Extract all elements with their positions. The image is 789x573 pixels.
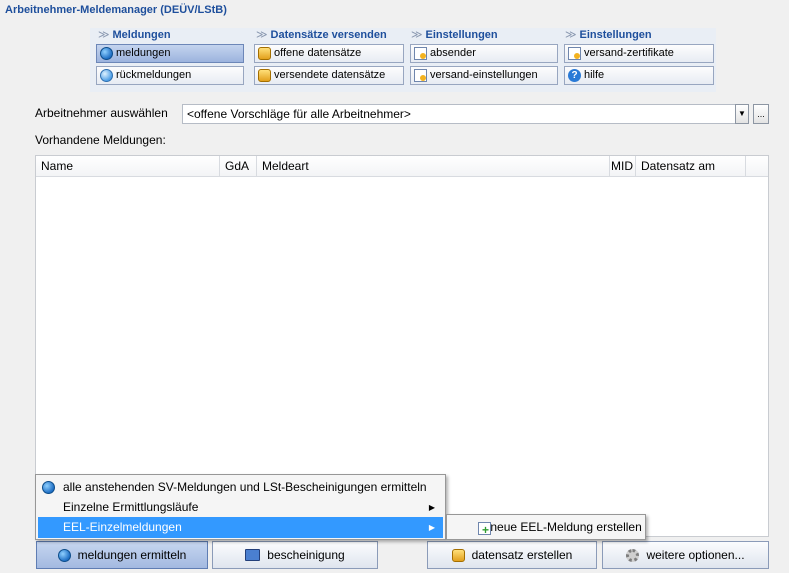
menu-item-alle-ermitteln[interactable]: alle anstehenden SV-Meldungen und LSt-Be…: [38, 477, 443, 498]
column-header-mid[interactable]: MID: [610, 156, 636, 176]
menu-item-neue-eel-meldung[interactable]: neue EEL-Meldung erstellen: [449, 517, 643, 541]
meldungen-button[interactable]: meldungen: [96, 44, 244, 63]
column-header-gda[interactable]: GdA: [220, 156, 257, 176]
versand-einstellungen-button[interactable]: versand-einstellungen: [410, 66, 558, 85]
context-menu: alle anstehenden SV-Meldungen und LSt-Be…: [35, 474, 446, 540]
weitere-optionen-button[interactable]: weitere optionen...: [602, 541, 769, 569]
offene-datensaetze-button[interactable]: offene datensätze: [254, 44, 404, 63]
rueckmeldungen-button[interactable]: rückmeldungen: [96, 66, 244, 85]
certificate-icon: [414, 69, 427, 82]
versand-zertifikate-button[interactable]: versand-zertifikate: [564, 44, 714, 63]
submenu: neue EEL-Meldung erstellen: [446, 514, 646, 541]
column-header-meldeart[interactable]: Meldeart: [257, 156, 610, 176]
chevron-right-icon: ▶: [428, 503, 435, 512]
ribbon-group-datensaetze-title: ≫ Datensätze versenden: [256, 29, 387, 41]
hilfe-button[interactable]: ? hilfe: [564, 66, 714, 85]
employee-browse-button[interactable]: ...: [753, 104, 769, 124]
bescheinigung-button[interactable]: bescheinigung: [212, 541, 378, 569]
chevron-right-icon: ▶: [428, 523, 435, 532]
ribbon-group-einstellungen2-title: ≫ Einstellungen: [565, 29, 652, 41]
gear-icon: [626, 548, 640, 562]
database-icon: [451, 548, 465, 562]
add-document-icon: [478, 520, 491, 541]
help-icon: ?: [568, 69, 581, 82]
menu-item-eel-einzelmeldungen[interactable]: EEL-Einzelmeldungen ▶: [38, 517, 443, 538]
meldungen-ermitteln-button[interactable]: meldungen ermitteln: [36, 541, 208, 569]
ribbon-group-meldungen-title: ≫ Meldungen: [98, 29, 171, 41]
globe-icon: [42, 481, 55, 494]
column-header-name[interactable]: Name: [36, 156, 220, 176]
menu-item-einzelne-ermittlungslaeufe[interactable]: Einzelne Ermittlungsläufe ▶: [38, 497, 443, 518]
employee-select-label: Arbeitnehmer auswählen: [35, 106, 168, 120]
ribbon-group-einstellungen-title: ≫ Einstellungen: [411, 29, 498, 41]
datensatz-erstellen-button[interactable]: datensatz erstellen: [427, 541, 597, 569]
chevron-down-icon[interactable]: ▼: [735, 104, 749, 124]
employee-select[interactable]: <offene Vorschläge für alle Arbeitnehmer…: [182, 104, 748, 124]
column-header-datensatz-am[interactable]: Datensatz am: [636, 156, 746, 176]
certificate-icon: [568, 47, 581, 60]
window-title: Arbeitnehmer-Meldemanager (DEÜV/LStB): [5, 4, 227, 16]
certificate-icon: [414, 47, 427, 60]
globe-icon: [100, 69, 113, 82]
database-icon: [258, 69, 271, 82]
ribbon: ≫ Meldungen ≫ Datensätze versenden ≫ Einste…: [90, 28, 716, 92]
globe-icon: [100, 47, 113, 60]
table-header: Name GdA Meldeart MID Datensatz am: [36, 156, 768, 177]
absender-button[interactable]: absender: [410, 44, 558, 63]
globe-icon: [57, 548, 71, 562]
list-label: Vorhandene Meldungen:: [35, 133, 166, 147]
monitor-icon: [245, 549, 261, 561]
versendete-datensaetze-button[interactable]: versendete datensätze: [254, 66, 404, 85]
database-icon: [258, 47, 271, 60]
